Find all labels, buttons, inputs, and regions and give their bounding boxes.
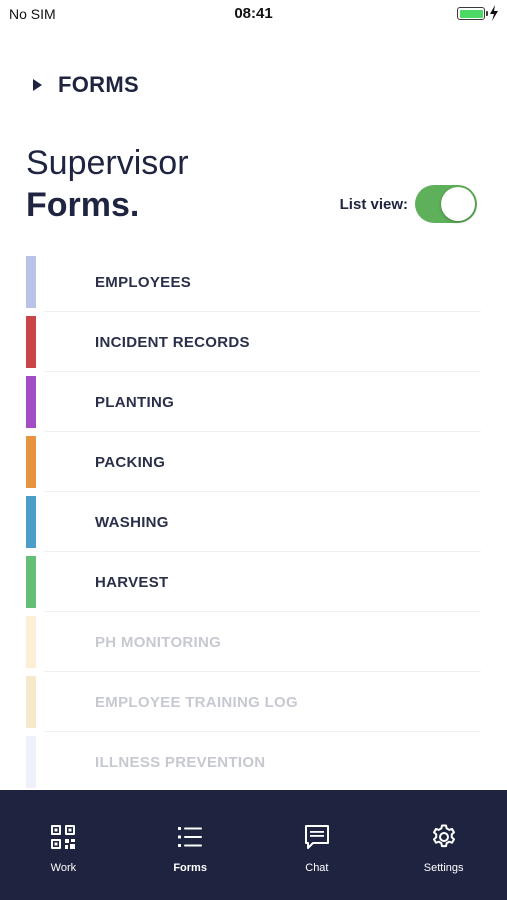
status-bar: No SIM 08:41: [0, 0, 507, 28]
form-color-bar: [26, 736, 36, 788]
form-item[interactable]: EMPLOYEE TRAINING LOG: [26, 672, 481, 732]
list-view-control: List view:: [340, 185, 477, 223]
form-color-bar: [26, 376, 36, 428]
breadcrumb[interactable]: FORMS: [33, 72, 139, 98]
list-view-toggle[interactable]: [415, 185, 477, 223]
form-item-label: EMPLOYEES: [95, 273, 192, 291]
form-item[interactable]: PACKING: [26, 432, 481, 492]
charging-bolt-icon: [490, 5, 498, 21]
form-color-bar: [26, 496, 36, 548]
form-item[interactable]: ILLNESS PREVENTION: [26, 732, 481, 792]
form-color-bar: [26, 616, 36, 668]
tab-forms[interactable]: Forms: [127, 790, 254, 900]
tab-label: Chat: [305, 862, 329, 874]
form-item-label: PLANTING: [95, 393, 175, 411]
qr-code-icon: [50, 824, 76, 850]
form-list: EMPLOYEES INCIDENT RECORDS PLANTING PACKING…: [26, 252, 481, 792]
form-item-label: EMPLOYEE TRAINING LOG: [95, 693, 298, 711]
form-color-bar: [26, 316, 36, 368]
form-item-label: PACKING: [95, 453, 166, 471]
form-color-bar: [26, 676, 36, 728]
form-item-label: WASHING: [95, 513, 169, 531]
battery-icon: [457, 7, 488, 20]
tab-work[interactable]: Work: [0, 790, 127, 900]
page-title-line2: Forms.: [26, 186, 140, 224]
status-time: 08:41: [234, 5, 273, 22]
form-item[interactable]: INCIDENT RECORDS: [26, 312, 481, 372]
tab-label: Work: [50, 862, 77, 874]
form-item-label: HARVEST: [95, 573, 169, 591]
form-item-label: ILLNESS PREVENTION: [95, 753, 266, 771]
list-view-label: List view:: [339, 195, 408, 213]
tab-chat[interactable]: Chat: [254, 790, 381, 900]
form-item[interactable]: PLANTING: [26, 372, 481, 432]
list-icon: [177, 824, 203, 850]
form-color-bar: [26, 436, 36, 488]
tab-settings[interactable]: Settings: [380, 790, 507, 900]
form-color-bar: [26, 556, 36, 608]
tab-label: Forms: [173, 862, 207, 874]
form-item[interactable]: HARVEST: [26, 552, 481, 612]
toggle-knob: [441, 187, 475, 221]
page-title-line1: Supervisor: [26, 144, 189, 182]
form-item[interactable]: PH MONITORING: [26, 612, 481, 672]
form-color-bar: [26, 256, 36, 308]
form-item[interactable]: WASHING: [26, 492, 481, 552]
caret-right-icon: [33, 79, 42, 91]
form-item-label: PH MONITORING: [95, 633, 222, 651]
form-item[interactable]: EMPLOYEES: [26, 252, 481, 312]
breadcrumb-label: FORMS: [58, 72, 139, 97]
tab-bar: Work Forms Chat Settings: [0, 790, 507, 900]
tab-label: Settings: [423, 862, 464, 874]
chat-bubble-icon: [304, 824, 330, 850]
form-item-label: INCIDENT RECORDS: [95, 333, 250, 351]
gear-icon: [431, 824, 457, 850]
